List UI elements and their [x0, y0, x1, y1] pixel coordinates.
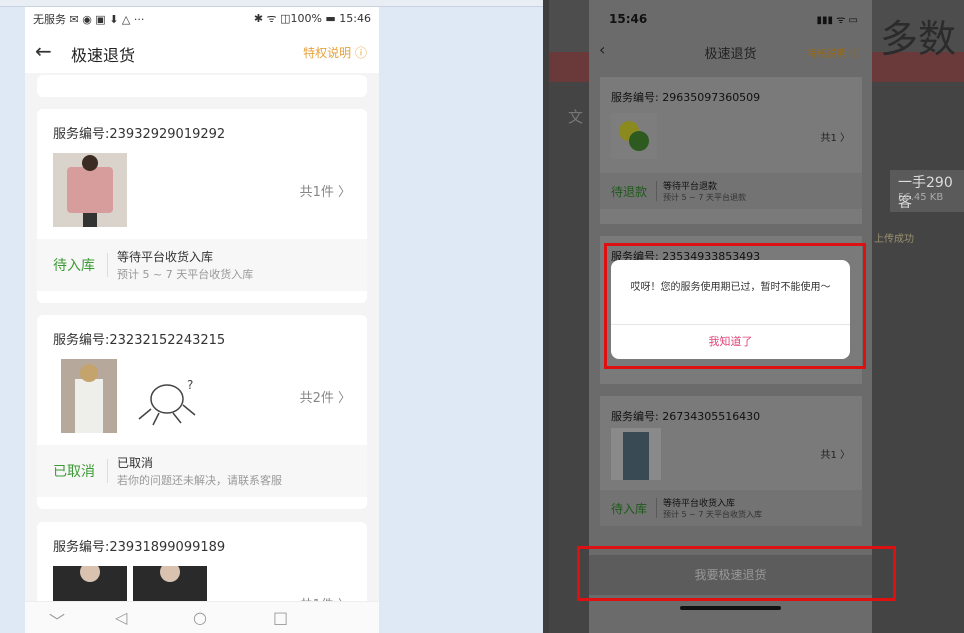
status-divider [656, 498, 657, 518]
nav-recents-icon[interactable]: □ [273, 608, 288, 627]
status-time: 15:46 [609, 12, 648, 26]
background-upload-status: 上传成功 [874, 234, 914, 245]
product-thumbnail [611, 428, 661, 480]
status-badge: 待入库 [53, 258, 95, 274]
status-divider [107, 459, 108, 483]
service-number: 服务编号: 26734305516430 [611, 410, 761, 423]
order-status-row: 待退款 等待平台退款 预计 5 ~ 7 天平台退款 [600, 173, 862, 209]
background-side-label: 文 [568, 108, 584, 126]
order-status-row: 已取消 已取消 若你的问题还未解决，请联系客服 [37, 445, 367, 497]
background-text: 多数 [880, 17, 957, 61]
product-thumbnail [61, 359, 117, 433]
status-main-text: 等待平台收货入库 [663, 499, 736, 509]
status-icons: ▮▮▮ ᯤ ▭ [816, 15, 858, 26]
status-sub-text: 预计 5 ~ 7 天平台收货入库 [117, 268, 254, 281]
order-card-partial [37, 75, 367, 97]
order-card[interactable]: 服务编号: 29635097360509 共1 〉 待退款 等待平台退款 预计 … [600, 77, 862, 224]
nav-bar: ‹ 极速退货 特权说明 ⓘ [589, 36, 872, 66]
status-main-text: 等待平台退款 [663, 182, 718, 192]
service-number: 服务编号:23232152243215 [53, 333, 226, 348]
status-bar: 15:46 ▮▮▮ ᯤ ▭ [589, 0, 872, 36]
status-sub-text: 预计 5 ~ 7 天平台收货入库 [663, 510, 763, 519]
order-status-row: 待入库 等待平台收货入库 预计 5 ~ 7 天平台收货入库 [600, 490, 862, 526]
status-badge: 待退款 [611, 185, 648, 199]
service-number: 服务编号:23932929019292 [53, 127, 226, 142]
status-badge: 已取消 [53, 464, 95, 480]
item-count-link[interactable]: 共2件 〉 [300, 387, 351, 406]
svg-text:?: ? [187, 378, 193, 392]
status-bar: 无服务 ✉ ◉ ▣ ⬇ △ ··· ✱ ᯤ ◫100% ▬ 15:46 [25, 7, 379, 29]
item-count-link[interactable]: 共1 〉 [820, 129, 850, 144]
order-card[interactable]: 服务编号:23932929019292 共1件 〉 待入库 等待平台收货入库 预… [37, 109, 367, 303]
highlight-box-dialog [604, 243, 866, 369]
status-right: ✱ ᯤ ◫100% ▬ 15:46 [253, 12, 371, 25]
nav-bar: ← 极速退货 特权说明 ⓘ [25, 29, 379, 73]
status-main-text: 等待平台收货入库 [117, 250, 214, 264]
back-arrow-icon[interactable]: ← [35, 39, 52, 63]
highlight-box-button [577, 546, 896, 601]
page-title: 极速退货 [71, 46, 136, 65]
product-thumbnail [611, 113, 657, 159]
privilege-info-link[interactable]: 特权说明 ⓘ [807, 45, 860, 60]
order-status-row: 待入库 等待平台收货入库 预计 5 ~ 7 天平台收货入库 [37, 239, 367, 291]
sticker-image: ? [133, 369, 213, 429]
status-left: 无服务 ✉ ◉ ▣ ⬇ △ ··· [33, 13, 145, 26]
privilege-info-link[interactable]: 特权说明 ⓘ [303, 44, 367, 61]
nav-back-icon[interactable]: ◁ [115, 608, 127, 627]
item-count-link[interactable]: 共1件 〉 [300, 181, 351, 200]
status-sub-text: 若你的问题还未解决，请联系客服 [117, 474, 282, 487]
order-card[interactable]: 服务编号:23232152243215 ? 共2件 〉 已取消 已取消 若你的问… [37, 315, 367, 509]
left-phone-screen: 无服务 ✉ ◉ ▣ ⬇ △ ··· ✱ ᯤ ◫100% ▬ 15:46 ← 极速… [25, 7, 379, 633]
status-sub-text: 预计 5 ~ 7 天平台退款 [663, 193, 747, 202]
service-number: 服务编号:23931899099189 [53, 540, 226, 555]
order-card[interactable]: 服务编号: 26734305516430 共1 〉 待入库 等待平台收货入库 预… [600, 396, 862, 526]
status-main-text: 已取消 [117, 456, 154, 470]
background-file-size: 56.45 KB [898, 192, 944, 203]
service-number: 服务编号: 29635097360509 [611, 91, 761, 104]
item-count-link[interactable]: 共1 〉 [820, 446, 850, 461]
status-divider [107, 253, 108, 277]
nav-home-icon[interactable]: ○ [193, 608, 207, 627]
home-indicator [680, 606, 781, 610]
status-badge: 待入库 [611, 502, 648, 516]
left-top-bar [0, 0, 543, 7]
product-thumbnail [53, 153, 127, 227]
status-divider [656, 181, 657, 201]
nav-collapse-icon[interactable]: ﹀ [49, 608, 65, 632]
system-nav-bar: ﹀ ◁ ○ □ [25, 601, 379, 633]
